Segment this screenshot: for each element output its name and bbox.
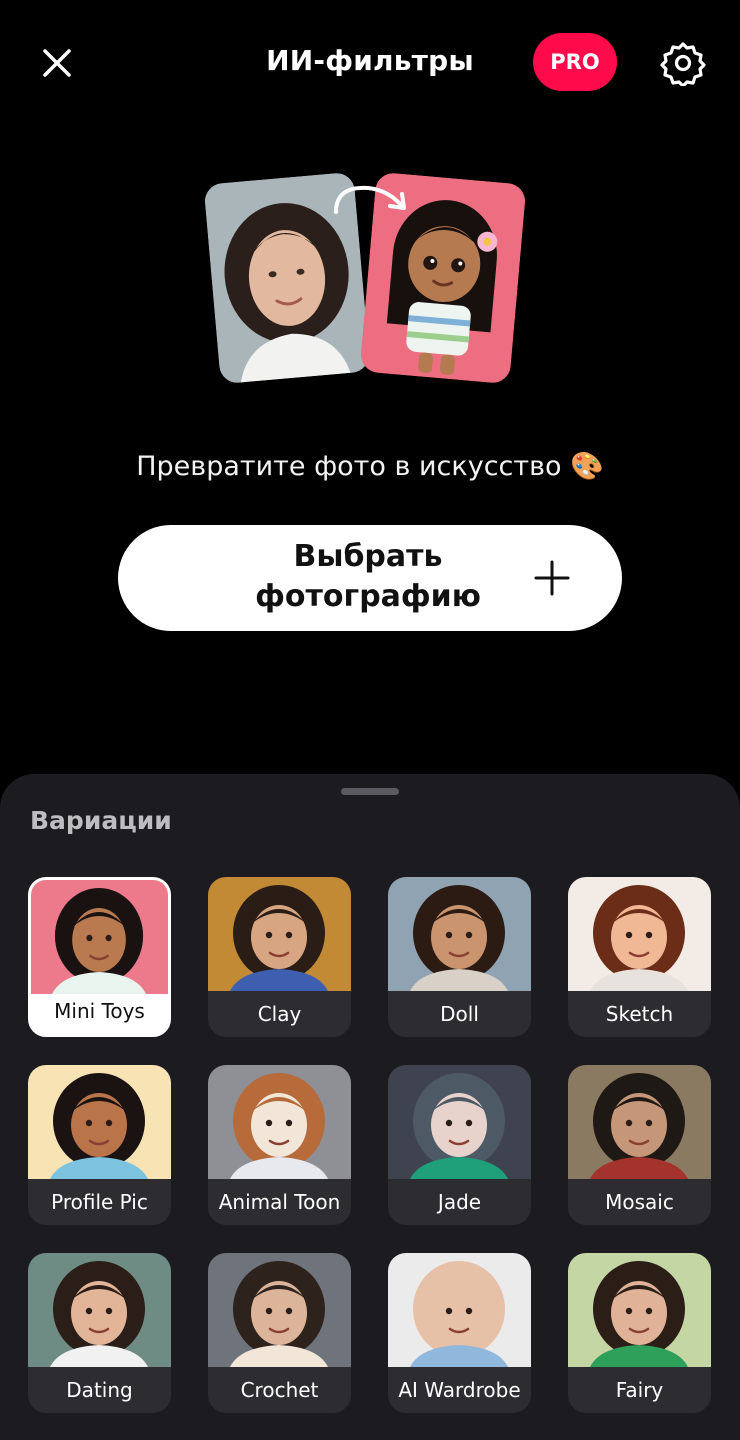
variation-thumbnail — [208, 1253, 351, 1367]
variation-tile[interactable]: Clay — [208, 877, 351, 1037]
variation-label: Fairy — [615, 1378, 664, 1402]
curved-arrow-icon — [334, 185, 406, 214]
variation-thumbnail — [568, 1065, 711, 1179]
choose-photo-button[interactable]: Выбрать фотографию — [118, 525, 622, 631]
variation-label: Animal Toon — [218, 1190, 341, 1214]
variation-label: Mini Toys — [54, 999, 145, 1023]
settings-button[interactable] — [660, 40, 706, 88]
variation-label: Dating — [66, 1378, 133, 1402]
variation-label: Jade — [437, 1190, 482, 1214]
variation-thumbnail — [568, 1253, 711, 1367]
tagline: Превратите фото в искусство 🎨 — [136, 451, 604, 482]
variation-label: Sketch — [605, 1002, 674, 1026]
variation-thumbnail — [388, 1253, 531, 1367]
variation-label: Crochet — [240, 1378, 319, 1402]
top-bar: ИИ-фильтры PRO — [0, 0, 740, 124]
plus-icon — [534, 560, 570, 596]
variation-tile[interactable]: Animal Toon — [208, 1065, 351, 1225]
variation-thumbnail — [31, 880, 168, 994]
variation-label: Profile Pic — [51, 1190, 148, 1214]
variation-thumbnail — [28, 1253, 171, 1367]
variation-thumbnail — [388, 877, 531, 991]
choose-photo-label: Выбрать фотографию — [255, 539, 481, 614]
variation-tile[interactable]: Sketch — [568, 877, 711, 1037]
variation-thumbnail — [388, 1065, 531, 1179]
variation-thumbnail — [208, 877, 351, 991]
variation-label: Mosaic — [605, 1190, 674, 1214]
variation-thumbnail — [208, 1065, 351, 1179]
variation-thumbnail — [28, 1065, 171, 1179]
variation-tile[interactable]: Dating — [28, 1253, 171, 1413]
gear-icon — [660, 42, 706, 88]
variation-tile[interactable]: Crochet — [208, 1253, 351, 1413]
pro-button[interactable]: PRO — [533, 33, 617, 91]
variation-label: Clay — [257, 1002, 302, 1026]
variation-tile[interactable]: Mosaic — [568, 1065, 711, 1225]
variations-title: Вариации — [30, 806, 172, 835]
variation-label: Doll — [440, 1002, 479, 1026]
variation-tile[interactable]: Mini Toys — [28, 877, 171, 1037]
variation-tile[interactable]: Doll — [388, 877, 531, 1037]
variations-sheet: Вариации Mini Toys Clay Doll Sketch Profile … — [0, 774, 740, 1440]
variation-thumbnail — [568, 877, 711, 991]
variation-label: AI Wardrobe — [398, 1378, 521, 1402]
variation-tile[interactable]: Fairy — [568, 1253, 711, 1413]
page-title: ИИ-фильтры — [266, 44, 474, 77]
variation-tile[interactable]: AI Wardrobe — [388, 1253, 531, 1413]
variation-tile[interactable]: Jade — [388, 1065, 531, 1225]
sheet-drag-handle[interactable] — [341, 788, 399, 795]
variation-tile[interactable]: Profile Pic — [28, 1065, 171, 1225]
hero-illustration — [200, 164, 540, 400]
